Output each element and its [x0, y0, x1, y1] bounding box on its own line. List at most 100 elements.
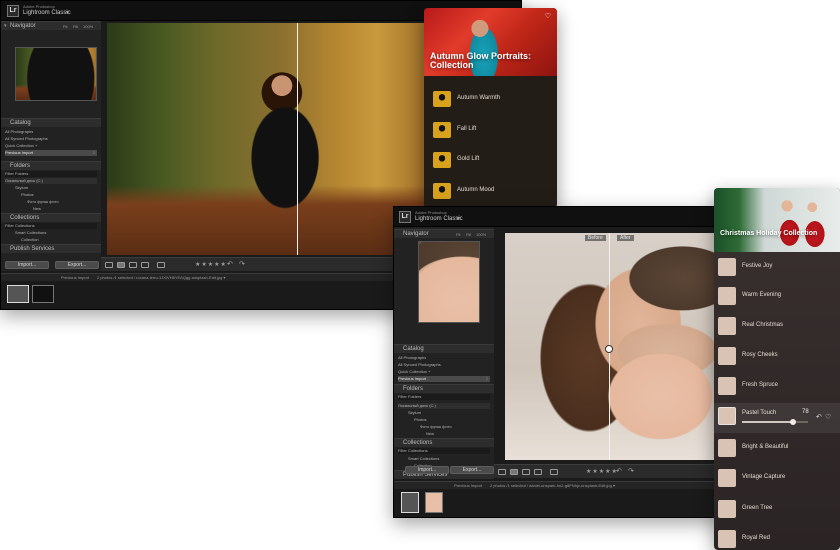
folders-header[interactable]: Folders — [394, 384, 494, 393]
loupe-view-icon[interactable] — [510, 469, 518, 475]
catalog-quick-collection[interactable]: Quick Collection + — [398, 369, 490, 375]
zoom-100[interactable]: 100% — [476, 232, 486, 237]
survey-view-icon[interactable] — [534, 469, 542, 475]
preset-vintage-capture[interactable]: Vintage Capture — [714, 467, 840, 489]
catalog-all-photographs[interactable]: All Photographs — [5, 129, 97, 135]
navigator-header[interactable]: Navigator Fit Fill 100% — [394, 229, 494, 238]
divider-handle[interactable] — [605, 345, 613, 353]
filter-collections-field[interactable]: Filter Collections — [398, 448, 490, 454]
reset-icon[interactable]: ↶ — [816, 413, 822, 421]
preset-festive-joy[interactable]: Festive Joy — [714, 256, 840, 278]
filmstrip-source[interactable]: Previous Import — [454, 483, 482, 488]
preset-name: Festive Joy — [742, 263, 773, 269]
folder-photos[interactable]: Photos — [5, 192, 97, 198]
grid-view-icon[interactable] — [498, 469, 506, 475]
loupe-view-icon[interactable] — [117, 262, 125, 268]
preset-warm-evening[interactable]: Warm Evening — [714, 285, 840, 307]
preset-rosy-cheeks[interactable]: Rosy Cheeks — [714, 345, 840, 367]
intensity-slider[interactable] — [742, 419, 808, 425]
filmstrip-thumb-1[interactable] — [7, 285, 29, 303]
favorite-icon[interactable]: ♡ — [545, 12, 551, 20]
filmstrip-thumb-1[interactable] — [401, 492, 419, 513]
rotate-left-icon[interactable]: ↶ — [616, 467, 622, 475]
survey-view-icon[interactable] — [141, 262, 149, 268]
rating-stars[interactable]: ★★★★★ — [195, 261, 227, 268]
catalog-quick-collection[interactable]: Quick Collection + — [5, 143, 97, 149]
filmstrip-thumb-2[interactable] — [32, 285, 54, 303]
folder-new[interactable]: New — [5, 206, 97, 212]
preset-thumb — [433, 152, 451, 168]
folder-skylum[interactable]: Skylum — [5, 185, 97, 191]
grid-view-icon[interactable] — [105, 262, 113, 268]
filmstrip-source[interactable]: Previous Import — [61, 275, 89, 280]
preset-gold-lift[interactable]: Gold Lift — [424, 149, 557, 171]
preset-bright-beautiful[interactable]: Bright & Beautiful — [714, 437, 840, 459]
zoom-fit[interactable]: Fit — [63, 24, 67, 29]
collection-item[interactable]: Collection — [5, 237, 97, 243]
rating-stars[interactable]: ★★★★★ — [586, 468, 618, 475]
catalog-header[interactable]: Catalog — [1, 118, 101, 127]
volume-row[interactable]: Локальный диск (C:) — [398, 403, 490, 409]
rotate-left-icon[interactable]: ↶ — [227, 260, 233, 268]
compare-view-icon[interactable] — [129, 262, 137, 268]
import-button[interactable]: Import... — [5, 261, 49, 269]
compare-view-icon[interactable] — [522, 469, 530, 475]
filter-folders-field[interactable]: Filter Folders — [398, 394, 490, 400]
filter-folders-field[interactable]: Filter Folders — [5, 171, 97, 177]
publish-services-header[interactable]: Publish Services — [1, 244, 101, 253]
zoom-100[interactable]: 100% — [83, 24, 93, 29]
collections-header[interactable]: Collections — [394, 438, 494, 447]
smart-collections[interactable]: Smart Collections — [398, 456, 490, 462]
rotate-right-icon[interactable]: ↷ — [628, 467, 634, 475]
zoom-fill[interactable]: Fill — [73, 24, 78, 29]
preset-autumn-warmth[interactable]: Autumn Warmth — [424, 88, 557, 110]
people-view-icon[interactable] — [550, 469, 558, 475]
preset-green-tree[interactable]: Green Tree — [714, 498, 840, 520]
zoom-fit[interactable]: Fit — [456, 232, 460, 237]
rotate-right-icon[interactable]: ↷ — [239, 260, 245, 268]
main-photo[interactable]: Before After — [505, 233, 725, 460]
catalog-all-synced[interactable]: All Synced Photographs — [398, 362, 490, 368]
preset-autumn-mood[interactable]: Autumn Mood — [424, 180, 557, 202]
preset-name: Rosy Cheeks — [742, 352, 778, 358]
navigator-header[interactable]: ▾ Navigator Fit Fill 100% — [1, 21, 101, 30]
main-photo[interactable] — [107, 23, 425, 255]
module-menu-chevron-icon[interactable]: ▼ — [456, 216, 461, 222]
navigator-preview[interactable] — [418, 241, 480, 323]
preset-pastel-touch[interactable]: Pastel Touch 78 ↶ ♡ — [714, 403, 840, 433]
catalog-all-photographs[interactable]: All Photographs — [398, 355, 490, 361]
folders-header[interactable]: Folders — [1, 161, 101, 170]
filmstrip-bar: Previous Import 2 photos /1 selected / d… — [394, 481, 725, 489]
preset-name: Vintage Capture — [742, 474, 786, 480]
module-menu-chevron-icon[interactable]: ▼ — [65, 10, 70, 16]
catalog-previous-import[interactable]: Previous Import 2 — [398, 376, 490, 382]
smart-collections[interactable]: Smart Collections — [5, 230, 97, 236]
filmstrip-thumb-2[interactable] — [425, 492, 443, 513]
filter-collections-field[interactable]: Filter Collections — [5, 223, 97, 229]
catalog-all-synced[interactable]: All Synced Photographs — [5, 136, 97, 142]
folder-photos[interactable]: Photos — [398, 417, 490, 423]
lrc-logo: Lr — [7, 5, 19, 17]
people-view-icon[interactable] — [157, 262, 165, 268]
zoom-fill[interactable]: Fill — [466, 232, 471, 237]
folder-fresh[interactable]: Фото фрэш фото — [5, 199, 97, 205]
catalog-header[interactable]: Catalog — [394, 344, 494, 353]
navigator-preview[interactable] — [15, 47, 97, 101]
volume-row[interactable]: Локальный диск (C:) — [5, 178, 97, 184]
folder-fresh[interactable]: Фото фрэш фото — [398, 424, 490, 430]
export-button[interactable]: Export... — [450, 466, 494, 474]
intensity-slider-knob[interactable] — [790, 419, 797, 425]
brand-name: Lightroom Classic — [23, 10, 71, 16]
preset-royal-red[interactable]: Royal Red — [714, 528, 840, 550]
favorite-icon[interactable]: ♡ — [825, 413, 831, 421]
preset-fall-lift[interactable]: Fall Lift — [424, 119, 557, 141]
before-after-divider[interactable] — [297, 23, 298, 255]
collections-header[interactable]: Collections — [1, 213, 101, 222]
preset-fresh-spruce[interactable]: Fresh Spruce — [714, 375, 840, 397]
catalog-previous-import[interactable]: Previous Import 2 — [5, 150, 97, 156]
import-button[interactable]: Import... — [405, 466, 449, 474]
folder-skylum[interactable]: Skylum — [398, 410, 490, 416]
preset-real-christmas[interactable]: Real Christmas — [714, 315, 840, 337]
folder-new[interactable]: New — [398, 431, 490, 437]
export-button[interactable]: Export... — [55, 261, 99, 269]
